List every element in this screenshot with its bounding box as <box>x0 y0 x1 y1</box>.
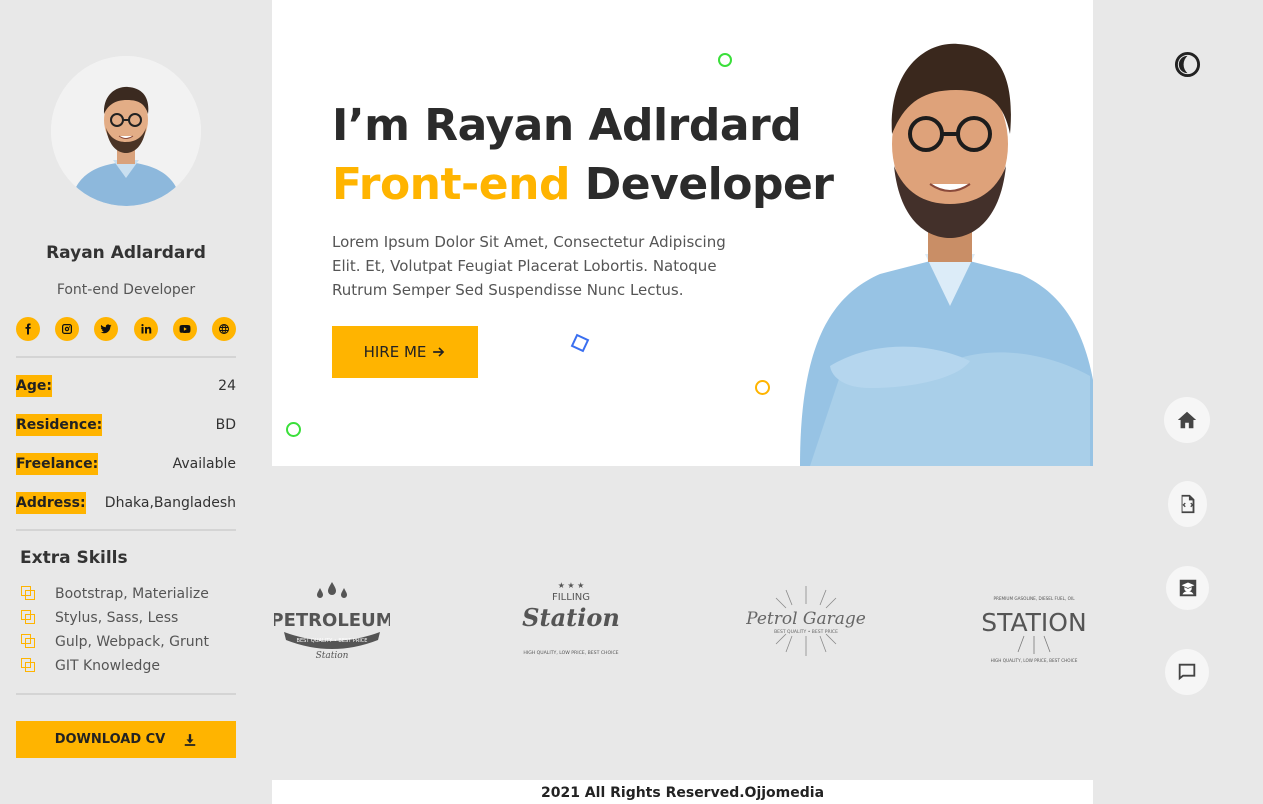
chat-icon <box>1178 663 1196 681</box>
brand-name: Station <box>522 603 620 632</box>
arrow-right-icon <box>433 347 445 357</box>
skill-text: Gulp, Webpack, Grunt <box>55 634 209 650</box>
brand-logo-filling-station: ★ ★ ★ FILLING Station HIGH QUALITY, LOW … <box>522 581 620 656</box>
brand-name: STATION <box>981 608 1086 637</box>
skill-text: Bootstrap, Materialize <box>55 586 209 602</box>
theme-toggle-button[interactable] <box>1174 51 1201 78</box>
info-label: Age: <box>16 375 52 397</box>
code-file-icon <box>1181 494 1194 514</box>
facebook-link[interactable] <box>16 317 40 341</box>
info-value: Dhaka,Bangladesh <box>104 495 236 511</box>
nav-education-button[interactable] <box>1166 566 1209 610</box>
decor-square-blue <box>570 333 590 353</box>
instagram-link[interactable] <box>55 317 80 341</box>
brand-tagline: BEST QUALITY • BEST PRICE <box>774 629 838 635</box>
hero-title-line1: I’m Rayan Adlrdard <box>332 100 802 151</box>
brand-tagline: HIGH QUALITY, LOW PRICE, BEST CHOICE <box>991 658 1078 663</box>
download-cv-label: DOWNLOAD CV <box>54 732 166 747</box>
hero-title-accent: Front-end <box>332 159 570 210</box>
hero-section: I’m Rayan Adlrdard Front-end Developer L… <box>272 0 1093 466</box>
divider <box>16 529 236 531</box>
brand-logo-petroleum: PETROLEUM BEST QUALITY • BEST PRICE Stat… <box>274 582 390 661</box>
facebook-icon <box>25 323 31 335</box>
brand-logo-petrol-garage: Petrol Garage BEST QUALITY • BEST PRICE <box>746 586 866 656</box>
brand-name: PETROLEUM <box>274 610 390 631</box>
linkedin-icon <box>140 324 151 334</box>
info-value: BD <box>215 417 236 433</box>
hero-title: I’m Rayan Adlrdard Front-end Developer <box>332 96 834 214</box>
graduate-icon <box>1179 579 1196 597</box>
social-links <box>16 317 236 341</box>
divider <box>16 356 236 358</box>
twitter-icon <box>100 324 112 334</box>
download-icon <box>185 733 196 746</box>
avatar <box>51 56 201 206</box>
skill-bullet-icon <box>20 657 36 673</box>
info-row-age: Age: 24 <box>16 373 236 399</box>
skill-item <box>20 607 36 627</box>
hero-title-rest: Developer <box>569 159 834 210</box>
info-row-residence: Residence: BD <box>16 412 236 438</box>
profile-role: Font-end Developer <box>56 282 196 298</box>
brand-sub: Station <box>316 651 349 661</box>
hire-me-label: HIRE ME <box>363 343 427 361</box>
profile-name: Rayan Adlardard <box>46 243 206 263</box>
nav-projects-button[interactable] <box>1168 481 1207 527</box>
nav-home-button[interactable] <box>1164 397 1210 443</box>
info-label: Residence: <box>16 414 103 436</box>
twitter-link[interactable] <box>94 317 119 341</box>
avatar-photo <box>51 56 201 206</box>
hero-description: Lorem Ipsum Dolor Sit Amet, Consectetur … <box>332 233 726 299</box>
skill-bullet-icon <box>20 633 36 649</box>
hero-title-line2: Front-end Developer <box>332 155 834 214</box>
hire-me-button[interactable]: HIRE ME <box>332 326 478 378</box>
info-row-freelance: Freelance: Available <box>16 451 236 477</box>
decor-circle-green <box>718 53 732 67</box>
instagram-icon <box>62 324 73 334</box>
hero-portrait <box>800 43 1093 466</box>
skill-item <box>20 631 36 651</box>
svg-text:★ ★ ★: ★ ★ ★ <box>558 581 585 590</box>
decor-circle-green <box>286 422 301 437</box>
download-cv-button[interactable]: DOWNLOAD CV <box>16 721 236 758</box>
decor-circle-yellow <box>755 380 770 395</box>
footer-copyright: 2021 All Rights Reserved.Ojjomedia <box>272 780 1093 804</box>
brand-logo-station: PREMIUM GASOLINE, DIESEL FUEL, OIL STATI… <box>981 596 1086 663</box>
skill-bullet-icon <box>20 609 36 625</box>
profile-sidebar: Rayan Adlardard Font-end Developer Age: … <box>0 0 252 804</box>
dark-mode-icon <box>1174 51 1201 78</box>
skills-title: Extra Skills <box>20 548 128 568</box>
divider <box>16 693 236 695</box>
brand-tagline: HIGH QUALITY, LOW PRICE, BEST CHOICE <box>523 650 618 656</box>
website-link[interactable] <box>211 317 236 341</box>
home-icon <box>1177 411 1197 429</box>
info-row-address: Address: Dhaka,Bangladesh <box>16 490 236 516</box>
skill-text: GIT Knowledge <box>55 658 160 674</box>
youtube-icon <box>179 325 191 333</box>
youtube-link[interactable] <box>172 317 197 341</box>
skill-text: Stylus, Sass, Less <box>55 610 179 626</box>
brand-name: Petrol Garage <box>746 609 866 629</box>
skill-bullet-icon <box>20 585 36 601</box>
brand-sub: PREMIUM GASOLINE, DIESEL FUEL, OIL <box>993 596 1075 601</box>
skill-item <box>20 655 36 675</box>
brand-tagline: BEST QUALITY • BEST PRICE <box>297 638 368 644</box>
info-label: Freelance: <box>16 453 99 475</box>
globe-icon <box>218 324 229 334</box>
brand-sub: FILLING <box>552 592 590 603</box>
nav-contact-button[interactable] <box>1165 649 1209 695</box>
info-value: 24 <box>218 378 236 394</box>
info-label: Address: <box>16 492 86 514</box>
linkedin-link[interactable] <box>133 317 158 341</box>
info-value: Available <box>172 456 236 472</box>
skill-item <box>20 583 36 603</box>
